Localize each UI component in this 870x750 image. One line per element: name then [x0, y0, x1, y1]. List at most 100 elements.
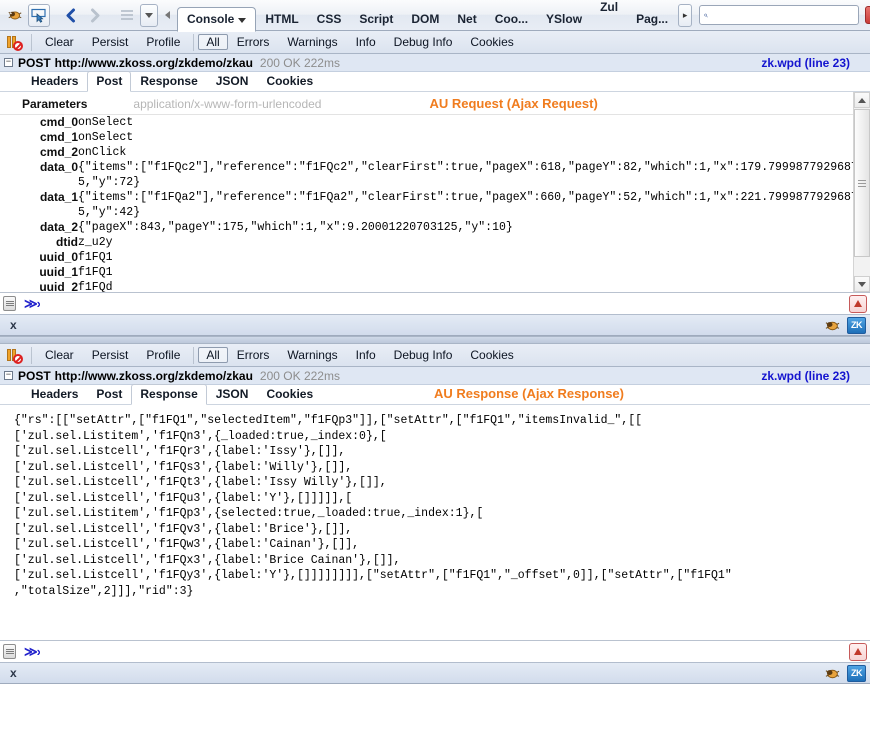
console-filter-info[interactable]: Info [347, 33, 385, 51]
tab-cookies-inner[interactable]: Cookies [257, 71, 322, 91]
collapse-twisty[interactable]: − [4, 58, 13, 67]
tab-post[interactable]: Post [87, 71, 132, 92]
request-source-link[interactable]: zk.wpd (line 23) [761, 369, 850, 383]
console-persist-button[interactable]: Persist [83, 33, 138, 51]
console-filter-debug-info[interactable]: Debug Info [385, 346, 462, 364]
tab-net[interactable]: Net [448, 7, 485, 31]
console-filter-warnings[interactable]: Warnings [278, 33, 346, 51]
tab-script-label: Script [359, 11, 394, 26]
console-filter-errors[interactable]: Errors [228, 346, 279, 364]
tab-script[interactable]: Script [350, 7, 402, 31]
console-persist-label: Persist [91, 348, 129, 362]
request-row-bottom[interactable]: − POST http://www.zkoss.org/zkdemo/zkau … [0, 367, 870, 385]
back-arrow-icon[interactable] [60, 4, 82, 27]
inspect-element-icon[interactable] [28, 3, 50, 27]
console-filter-info[interactable]: Info [347, 346, 385, 364]
firebug-bug-icon[interactable] [4, 4, 26, 27]
error-badge-icon[interactable] [849, 642, 867, 661]
console-filter-errors[interactable]: Errors [228, 33, 279, 51]
request-source-link[interactable]: zk.wpd (line 23) [761, 56, 850, 70]
console-filter-cookies[interactable]: Cookies [461, 33, 522, 51]
console-filter-debug-info-label: Debug Info [393, 35, 453, 49]
dropdown-icon[interactable] [140, 3, 158, 27]
console-persist-button[interactable]: Persist [83, 346, 138, 364]
warning-triangle-icon [854, 648, 862, 655]
close-panel-button[interactable]: x [4, 318, 23, 332]
tab-page[interactable]: Pag... [627, 7, 677, 31]
tab-headers[interactable]: Headers [22, 71, 87, 91]
command-input[interactable] [39, 295, 849, 312]
command-input[interactable] [39, 643, 849, 660]
tab-html[interactable]: HTML [256, 7, 307, 31]
forward-arrow-icon[interactable] [84, 4, 106, 27]
command-editor-icon[interactable] [3, 296, 16, 311]
param-name: cmd_1 [39, 130, 78, 144]
tab-response[interactable]: Response [131, 71, 206, 91]
table-row[interactable]: data_2 {"pageX":843,"pageY":175,"which":… [0, 220, 870, 235]
console-filter-info-label: Info [355, 348, 376, 362]
param-name: dtid [56, 235, 78, 249]
scrollbar-thumb[interactable] [854, 109, 870, 257]
scroll-down-button[interactable] [854, 276, 870, 292]
tab-cookies[interactable]: Coo... [486, 7, 537, 31]
console-profile-button[interactable]: Profile [137, 346, 189, 364]
console-filter-all[interactable]: All [198, 347, 228, 363]
firebug-bug-icon[interactable] [824, 666, 841, 681]
table-row[interactable]: uuid_2 f1FQd [0, 280, 870, 292]
console-filter-warnings[interactable]: Warnings [278, 346, 346, 364]
tab-json[interactable]: JSON [207, 384, 258, 404]
param-value: {"items":["f1FQc2"],"reference":"f1FQc2"… [78, 161, 858, 189]
tab-css[interactable]: CSS [308, 7, 351, 31]
firebug-bug-icon[interactable] [824, 318, 841, 333]
command-line-bottom[interactable]: ≫› [0, 640, 870, 662]
collapse-twisty[interactable]: − [4, 371, 13, 380]
parameters-mime: application/x-www-form-urlencoded [133, 96, 322, 111]
tab-zul[interactable]: Zul ... [591, 0, 627, 38]
error-badge-icon[interactable] [849, 294, 867, 313]
panel-splitter[interactable] [0, 336, 870, 344]
command-editor-icon[interactable] [3, 644, 16, 659]
break-on-error-icon[interactable] [6, 34, 23, 51]
vertical-scrollbar[interactable] [853, 92, 870, 292]
tab-yslow[interactable]: YSlow [537, 7, 591, 31]
tab-headers[interactable]: Headers [22, 384, 87, 404]
tab-console[interactable]: Console [177, 6, 257, 32]
console-clear-button[interactable]: Clear [36, 33, 83, 51]
console-filter-debug-info[interactable]: Debug Info [385, 33, 462, 51]
command-line-top[interactable]: ≫› [0, 292, 870, 314]
tab-post[interactable]: Post [87, 384, 131, 404]
zk-icon[interactable]: ZK [847, 316, 866, 334]
table-row[interactable]: uuid_0 f1FQ1 [0, 250, 870, 265]
request-row-top[interactable]: − POST http://www.zkoss.org/zkdemo/zkau … [0, 54, 870, 72]
console-filter-cookies[interactable]: Cookies [461, 346, 522, 364]
options-separator [31, 33, 32, 51]
minimize-button[interactable] [865, 6, 870, 24]
table-row[interactable]: data_1 {"items":["f1FQa2"],"reference":"… [0, 190, 870, 220]
tab-overflow-button[interactable]: ▸ [678, 3, 693, 27]
tab-cookies-inner[interactable]: Cookies [257, 384, 322, 404]
zk-icon[interactable]: ZK [847, 664, 866, 682]
table-row[interactable]: uuid_1 f1FQ1 [0, 265, 870, 280]
firebug-window: Console HTML CSS Script DOM Net Coo... Y… [0, 0, 870, 750]
tab-json[interactable]: JSON [207, 71, 258, 91]
bug-glyph [8, 11, 22, 20]
tab-response[interactable]: Response [131, 384, 207, 405]
search-box[interactable] [699, 5, 860, 25]
console-filter-all[interactable]: All [198, 34, 228, 50]
scroll-left-icon[interactable] [160, 4, 174, 27]
scroll-up-button[interactable] [854, 92, 870, 108]
console-profile-button[interactable]: Profile [137, 33, 189, 51]
close-panel-button[interactable]: x [4, 666, 23, 680]
tab-dom[interactable]: DOM [402, 7, 448, 31]
table-row[interactable]: cmd_0 onSelect [0, 115, 870, 130]
break-on-error-icon[interactable] [6, 347, 23, 364]
table-row[interactable]: cmd_1 onSelect [0, 130, 870, 145]
param-value: onClick [78, 146, 127, 159]
table-row[interactable]: cmd_2 onClick [0, 145, 870, 160]
zk-icon-label: ZK [851, 668, 863, 678]
search-input[interactable] [708, 8, 855, 22]
console-clear-button[interactable]: Clear [36, 346, 83, 364]
table-row[interactable]: dtid z_u2y [0, 235, 870, 250]
menu-icon[interactable] [116, 4, 138, 27]
table-row[interactable]: data_0 {"items":["f1FQc2"],"reference":"… [0, 160, 870, 190]
